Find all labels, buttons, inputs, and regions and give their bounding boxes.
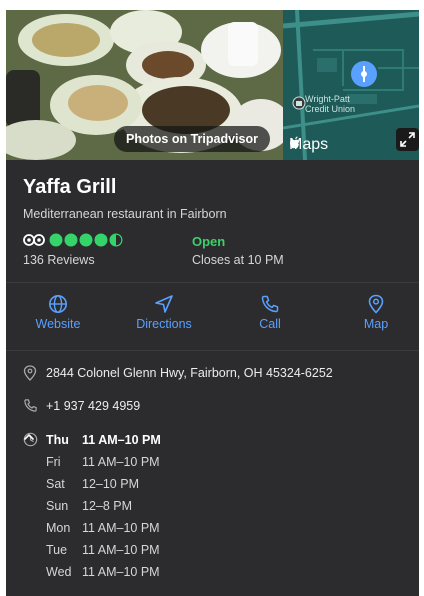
map-poi-label: Wright-Patt Credit Union (305, 94, 356, 114)
hours-row: Sat 12–10 PM (46, 477, 139, 491)
divider (6, 282, 419, 283)
apple-logo-icon (290, 136, 299, 149)
directions-button[interactable]: Directions (124, 294, 204, 338)
chevron-up-icon[interactable] (23, 432, 35, 442)
hours-row: Sun 12–8 PM (46, 499, 133, 513)
phone-icon (24, 399, 37, 412)
location-pin-icon (23, 365, 37, 381)
expand-map-button[interactable] (396, 128, 419, 151)
rating-bubble (94, 233, 108, 247)
rating-bubble (49, 233, 63, 247)
map-pin-icon (368, 294, 384, 314)
hours-today[interactable]: Thu 11 AM–10 PM (46, 433, 161, 447)
map-thumbnail[interactable]: Wright-Patt Credit Union Maps (283, 10, 419, 160)
hours-row: Mon 11 AM–10 PM (46, 521, 160, 535)
closing-time: Closes at 10 PM (192, 253, 284, 267)
phone-icon (261, 295, 279, 313)
hero: Photos on Tripadvisor Wright-Patt Credit… (6, 10, 419, 160)
bank-icon (292, 96, 306, 110)
map-label: Map (363, 317, 389, 331)
phone-row[interactable]: +1 937 429 4959 (23, 396, 223, 416)
call-label: Call (259, 317, 281, 331)
apple-maps-logo: Maps (289, 136, 328, 154)
hours-row: Wed 11 AM–10 PM (46, 565, 160, 579)
place-name: Yaffa Grill (23, 176, 117, 198)
hours-row: Tue 11 AM–10 PM (46, 543, 160, 557)
expand-icon (400, 132, 415, 147)
call-button[interactable]: Call (230, 294, 310, 338)
map-pin-icon (351, 61, 377, 87)
divider (6, 350, 419, 351)
rating-bubble (64, 233, 78, 247)
restaurant-photo[interactable]: Photos on Tripadvisor (6, 10, 283, 160)
hours-row: Fri 11 AM–10 PM (46, 455, 160, 469)
map-button[interactable]: Map (336, 294, 416, 338)
photos-on-tripadvisor-badge[interactable]: Photos on Tripadvisor (114, 126, 270, 152)
website-label: Website (35, 317, 81, 331)
place-category: Mediterranean restaurant in Fairborn (23, 207, 227, 221)
website-button[interactable]: Website (18, 294, 98, 338)
rating-bubble (109, 233, 123, 247)
tripadvisor-owl-icon (23, 234, 45, 246)
rating-bubbles (49, 233, 123, 247)
directions-label: Directions (136, 317, 192, 331)
hours-today-day: Thu (46, 433, 69, 447)
place-card: Photos on Tripadvisor Wright-Patt Credit… (6, 10, 419, 596)
address-row[interactable]: 2844 Colonel Glenn Hwy, Fairborn, OH 453… (23, 363, 403, 383)
open-status: Open (192, 234, 226, 249)
globe-icon (49, 295, 67, 313)
reviews-count[interactable]: 136 Reviews (23, 253, 95, 267)
address-text: 2844 Colonel Glenn Hwy, Fairborn, OH 453… (46, 366, 333, 380)
hours-today-time: 11 AM–10 PM (82, 433, 161, 447)
rating-bubble (79, 233, 93, 247)
directions-arrow-icon (155, 295, 173, 313)
phone-text: +1 937 429 4959 (46, 399, 141, 413)
